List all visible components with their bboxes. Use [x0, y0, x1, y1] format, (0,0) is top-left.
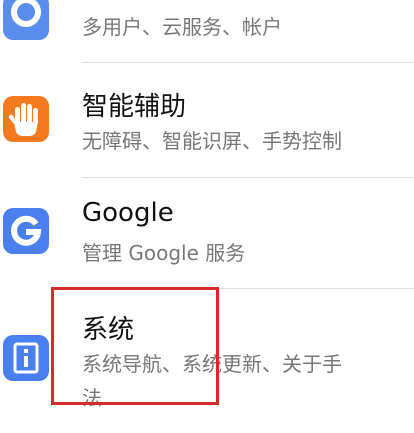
- settings-item-smart-assist[interactable]: 智能辅助 无障碍、智能识屏、手势控制: [0, 72, 414, 182]
- settings-item-title: 系统: [82, 315, 135, 345]
- divider: [82, 62, 414, 63]
- settings-item-title: Google: [82, 198, 174, 228]
- divider: [82, 177, 414, 178]
- settings-item-subtitle: 多用户、云服务、帐户: [82, 15, 282, 39]
- google-g-icon: [3, 208, 49, 254]
- divider: [82, 288, 414, 289]
- settings-item-accounts[interactable]: 多用户、云服务、帐户: [0, 0, 414, 70]
- settings-item-subtitle-continued: 法: [82, 386, 102, 410]
- settings-item-subtitle: 管理 Google 服务: [82, 241, 246, 265]
- settings-item-google[interactable]: Google 管理 Google 服务: [0, 182, 414, 292]
- hand-icon: [3, 96, 49, 142]
- settings-item-title: 智能辅助: [82, 92, 187, 122]
- settings-item-subtitle: 系统导航、系统更新、关于手: [82, 352, 342, 376]
- settings-item-subtitle: 无障碍、智能识屏、手势控制: [82, 129, 342, 153]
- settings-item-system[interactable]: 系统 系统导航、系统更新、关于手 法: [0, 295, 414, 410]
- account-icon: [3, 0, 49, 40]
- system-info-icon: [3, 335, 49, 381]
